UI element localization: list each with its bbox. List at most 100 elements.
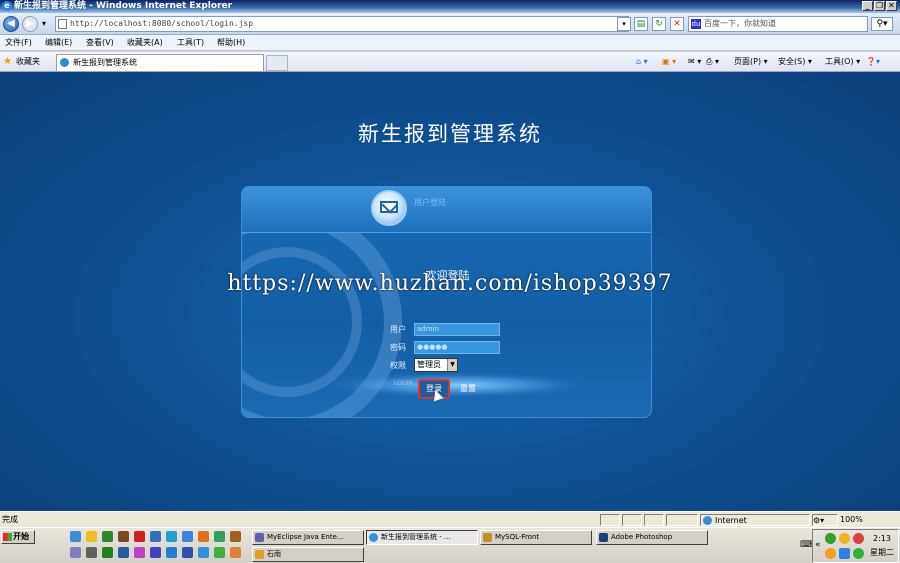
- back-button[interactable]: ◀: [3, 16, 19, 32]
- minimize-button[interactable]: _: [862, 1, 873, 11]
- menu-favorites[interactable]: 收藏夹(A): [127, 35, 163, 51]
- tray-app-icon[interactable]: [839, 533, 850, 544]
- tray-app-icon[interactable]: [839, 548, 850, 559]
- history-dropdown-icon[interactable]: ▾: [42, 19, 46, 28]
- home-icon[interactable]: ⌂ ▾: [636, 55, 648, 68]
- task-shiyu[interactable]: 石雨: [252, 547, 364, 562]
- zoom-level[interactable]: 100%: [840, 514, 863, 525]
- baidu-icon: du: [691, 19, 701, 29]
- quicklaunch-app-icon[interactable]: [166, 547, 177, 558]
- search-input[interactable]: du 百度一下，你就知道: [688, 16, 868, 32]
- quicklaunch-app-icon[interactable]: [198, 547, 209, 558]
- page-icon: [58, 19, 67, 29]
- password-field[interactable]: ●●●●●: [414, 341, 500, 354]
- menu-bar: 文件(F) 编辑(E) 查看(V) 收藏夹(A) 工具(T) 帮助(H): [0, 35, 900, 51]
- quicklaunch-app-icon[interactable]: [118, 531, 129, 542]
- compat-view-icon[interactable]: ▤: [634, 17, 648, 31]
- feeds-icon[interactable]: ▣ ▾: [662, 55, 676, 68]
- quicklaunch-app-icon[interactable]: [230, 547, 241, 558]
- address-bar[interactable]: http://localhost:8080/school/login.jsp: [55, 16, 629, 32]
- tab-ie-icon: [60, 58, 69, 67]
- protected-mode-icon[interactable]: ⚙▾: [812, 514, 838, 526]
- tray-app-icon[interactable]: [853, 548, 864, 559]
- safety-menu[interactable]: 安全(S) ▾: [778, 55, 812, 68]
- system-title: 新生报到管理系统: [358, 122, 542, 146]
- menu-help[interactable]: 帮助(H): [217, 35, 245, 51]
- print-icon[interactable]: ⎙ ▾: [706, 55, 719, 68]
- quicklaunch-app-icon[interactable]: [118, 547, 129, 558]
- start-button[interactable]: 开始: [1, 530, 35, 544]
- menu-tools[interactable]: 工具(T): [177, 35, 204, 51]
- mail-icon[interactable]: ✉ ▾: [688, 55, 701, 68]
- photoshop-icon: [599, 533, 608, 542]
- quicklaunch-app-icon[interactable]: [102, 531, 113, 542]
- username-label: 用户: [390, 325, 406, 334]
- quicklaunch-app-icon[interactable]: [70, 547, 81, 558]
- quicklaunch-app-icon[interactable]: [134, 531, 145, 542]
- quicklaunch-app-icon[interactable]: [198, 531, 209, 542]
- window-titlebar: e 新生报到管理系统 - Windows Internet Explorer _…: [0, 0, 900, 13]
- address-dropdown-icon[interactable]: ▾: [617, 17, 631, 31]
- tray-app-icon[interactable]: [853, 533, 864, 544]
- task-mysql-front[interactable]: MySQL-Front: [480, 530, 592, 545]
- tray-app-icon[interactable]: [825, 548, 836, 559]
- task-photoshop[interactable]: Adobe Photoshop: [596, 530, 708, 545]
- quicklaunch-app-icon[interactable]: [150, 531, 161, 542]
- quicklaunch-app-icon[interactable]: [230, 531, 241, 542]
- menu-edit[interactable]: 编辑(E): [45, 35, 72, 51]
- role-select[interactable]: 管理员 ▼: [414, 358, 458, 372]
- favorites-star-icon[interactable]: ★: [3, 55, 12, 68]
- watermark-url: https://www.huzhan.com/ishop39397: [227, 271, 673, 296]
- status-text: 完成: [2, 515, 18, 524]
- quicklaunch-app-icon[interactable]: [150, 547, 161, 558]
- password-label: 密码: [390, 343, 406, 352]
- tray-qq-icon[interactable]: [825, 533, 836, 544]
- quicklaunch-app-icon[interactable]: [182, 531, 193, 542]
- task-myeclipse[interactable]: MyEclipse Java Ente...: [252, 530, 364, 545]
- task-label: 石雨: [267, 550, 281, 558]
- quicklaunch-app-icon[interactable]: [182, 547, 193, 558]
- username-field[interactable]: admin: [414, 323, 500, 336]
- task-ie-login[interactable]: 新生报到管理系统 - ...: [366, 530, 478, 545]
- search-button[interactable]: ⚲▾: [871, 17, 893, 31]
- menu-view[interactable]: 查看(V): [86, 35, 114, 51]
- start-label: 开始: [13, 532, 29, 541]
- task-label: Adobe Photoshop: [611, 533, 673, 541]
- tray-expand-icon[interactable]: «: [815, 540, 821, 550]
- page-menu[interactable]: 页面(P) ▾: [734, 55, 768, 68]
- refresh-icon[interactable]: ↻: [652, 17, 666, 31]
- address-toolbar: ◀ ▶ ▾ http://localhost:8080/school/login…: [0, 13, 900, 35]
- quicklaunch-app-icon[interactable]: [166, 531, 177, 542]
- taskbar: 开始 MyEclipse Java Ente... 新生报到管理系统 - ...…: [0, 527, 900, 563]
- search-placeholder: 百度一下，你就知道: [704, 19, 776, 28]
- forward-button[interactable]: ▶: [22, 16, 38, 32]
- globe-icon: [703, 516, 712, 525]
- task-label: 新生报到管理系统 - ...: [381, 533, 451, 541]
- zone-label: Internet: [715, 516, 747, 525]
- clock-weekday: 星期二: [870, 548, 894, 557]
- maximize-button[interactable]: ❐: [874, 1, 885, 11]
- quicklaunch-app-icon[interactable]: [102, 547, 113, 558]
- tools-menu[interactable]: 工具(O) ▾: [825, 55, 860, 68]
- help-icon[interactable]: ❓▾: [866, 55, 880, 68]
- folder-icon: [255, 550, 264, 559]
- quicklaunch-ie-icon[interactable]: [70, 531, 81, 542]
- favorites-button[interactable]: 收藏夹: [16, 55, 40, 68]
- stop-icon[interactable]: ✕: [670, 17, 684, 31]
- tab-current[interactable]: 新生报到管理系统: [56, 54, 264, 71]
- close-button[interactable]: ✕: [886, 1, 897, 11]
- page-content: 新生报到管理系统 用户登陆 欢迎登陆 用户 admin 密码 ●●●●● 权限 …: [0, 72, 900, 511]
- reset-button[interactable]: 重置: [456, 381, 480, 397]
- login-panel: 用户登陆 欢迎登陆 用户 admin 密码 ●●●●● 权限 管理员 ▼ LOG…: [241, 186, 652, 418]
- quicklaunch-app-icon[interactable]: [214, 547, 225, 558]
- task-label: MyEclipse Java Ente...: [267, 533, 344, 541]
- quicklaunch-app-icon[interactable]: [86, 531, 97, 542]
- quicklaunch-app-icon[interactable]: [86, 547, 97, 558]
- role-select-value: 管理员: [417, 360, 441, 369]
- quicklaunch-app-icon[interactable]: [134, 547, 145, 558]
- clock-time: 2:13: [873, 534, 891, 543]
- new-tab-button[interactable]: [266, 55, 288, 71]
- login-caption: LOGIN: [394, 380, 413, 387]
- quicklaunch-app-icon[interactable]: [214, 531, 225, 542]
- menu-file[interactable]: 文件(F): [5, 35, 32, 51]
